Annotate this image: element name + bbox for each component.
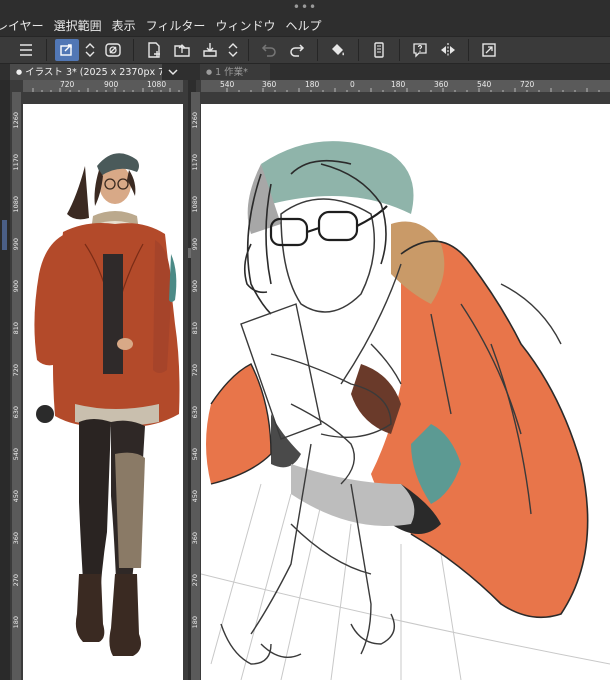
layer-icon[interactable] xyxy=(55,39,79,61)
tablet-icon[interactable] xyxy=(367,39,391,61)
tab-work-1[interactable]: ● 1 作業* xyxy=(200,64,270,80)
vertical-ruler: 1260 1170 1080 990 900 810 720 630 540 4… xyxy=(12,92,21,680)
ruler-label: 990 xyxy=(12,238,20,251)
ruler-label: 270 xyxy=(12,574,20,587)
ruler-label: 360 xyxy=(262,80,277,89)
redo-icon[interactable] xyxy=(285,39,309,61)
toolbar xyxy=(0,36,610,64)
side-strip xyxy=(0,80,10,680)
window-title-bar: ••• xyxy=(0,0,610,14)
reference-image[interactable] xyxy=(23,104,183,680)
up-down-arrows-icon[interactable] xyxy=(226,39,240,61)
ruler-label: 270 xyxy=(191,574,199,587)
window-dots[interactable]: ••• xyxy=(293,1,317,13)
vertical-ruler: 1260 1170 1080 990 900 810 720 630 540 4… xyxy=(191,92,200,680)
toolbar-divider xyxy=(248,39,249,61)
ruler-label: 360 xyxy=(191,532,199,545)
chevron-down-icon[interactable] xyxy=(166,65,180,79)
menu-icon[interactable] xyxy=(14,39,38,61)
ruler-label: 720 xyxy=(191,364,199,377)
sketch-artwork xyxy=(201,141,610,680)
tab-close-dot-icon[interactable]: ● xyxy=(206,64,212,80)
menu-view[interactable]: 表示 xyxy=(112,17,146,34)
open-folder-icon[interactable] xyxy=(170,39,194,61)
menu-layer[interactable]: レイヤー xyxy=(0,17,54,34)
hide-icon[interactable] xyxy=(101,39,125,61)
ruler-label: 1080 xyxy=(12,196,20,213)
menu-filter[interactable]: フィルター xyxy=(146,17,216,34)
ruler-label: 1170 xyxy=(191,154,199,171)
ruler-label: 630 xyxy=(12,406,20,419)
ruler-label: 1080 xyxy=(191,196,199,213)
horizontal-ruler: 720 900 1080 xyxy=(23,80,183,92)
menu-window[interactable]: ウィンドウ xyxy=(215,17,285,34)
ruler-label: 810 xyxy=(12,322,20,335)
ruler-label: 1260 xyxy=(191,112,199,129)
tab-illust-3[interactable]: ● イラスト 3* (2025 x 2370px 72d xyxy=(10,64,162,80)
toolbar-divider xyxy=(46,39,47,61)
ruler-label: 450 xyxy=(191,490,199,503)
ruler-label: 540 xyxy=(477,80,492,89)
toolbar-divider xyxy=(468,39,469,61)
menu-bar: レイヤー 選択範囲 表示 フィルター ウィンドウ ヘルプ xyxy=(0,14,610,36)
tab-label: 1 作業* xyxy=(215,67,248,78)
ruler-label: 180 xyxy=(305,80,320,89)
ruler-label: 720 xyxy=(520,80,535,89)
toolbar-divider xyxy=(133,39,134,61)
ruler-label: 810 xyxy=(191,322,199,335)
save-icon[interactable] xyxy=(198,39,222,61)
ruler-label: 180 xyxy=(12,616,20,629)
ruler-label: 180 xyxy=(191,616,199,629)
menu-selection[interactable]: 選択範囲 xyxy=(54,17,112,34)
ruler-label: 1260 xyxy=(12,112,20,129)
reference-character-illustration xyxy=(34,153,180,656)
tab-close-dot-icon[interactable]: ● xyxy=(16,64,22,80)
ruler-label: 540 xyxy=(12,448,20,461)
drawing-canvas[interactable] xyxy=(201,104,610,680)
ruler-label: 720 xyxy=(60,80,75,89)
ruler-label: 990 xyxy=(191,238,199,251)
help-icon[interactable] xyxy=(408,39,432,61)
flip-icon[interactable] xyxy=(436,39,460,61)
resize-icon[interactable] xyxy=(477,39,501,61)
ruler-label: 630 xyxy=(191,406,199,419)
tab-bar: ● イラスト 3* (2025 x 2370px 72d ● 1 作業* xyxy=(0,64,610,80)
undo-icon[interactable] xyxy=(257,39,281,61)
ruler-label: 540 xyxy=(220,80,235,89)
ruler-label: 450 xyxy=(12,490,20,503)
up-down-arrows-icon[interactable] xyxy=(83,39,97,61)
tab-label: イラスト 3* (2025 x 2370px 72d xyxy=(25,67,162,78)
ruler-label: 900 xyxy=(191,280,199,293)
ruler-label: 540 xyxy=(191,448,199,461)
horizontal-ruler: 540 360 180 0 180 360 540 720 xyxy=(201,80,610,92)
ruler-label: 360 xyxy=(12,532,20,545)
ruler-label: 180 xyxy=(391,80,406,89)
ruler-label: 720 xyxy=(12,364,20,377)
toolbar-divider xyxy=(358,39,359,61)
ruler-label: 1080 xyxy=(147,80,167,89)
ruler-label: 360 xyxy=(434,80,449,89)
side-strip-handle[interactable] xyxy=(2,220,7,250)
ruler-label: 0 xyxy=(350,80,355,89)
new-page-icon[interactable] xyxy=(142,39,166,61)
ruler-label: 900 xyxy=(104,80,119,89)
toolbar-divider xyxy=(317,39,318,61)
ruler-label: 1170 xyxy=(12,154,20,171)
toolbar-divider xyxy=(399,39,400,61)
menu-help[interactable]: ヘルプ xyxy=(285,17,331,34)
ruler-label: 900 xyxy=(12,280,20,293)
fill-icon[interactable] xyxy=(326,39,350,61)
